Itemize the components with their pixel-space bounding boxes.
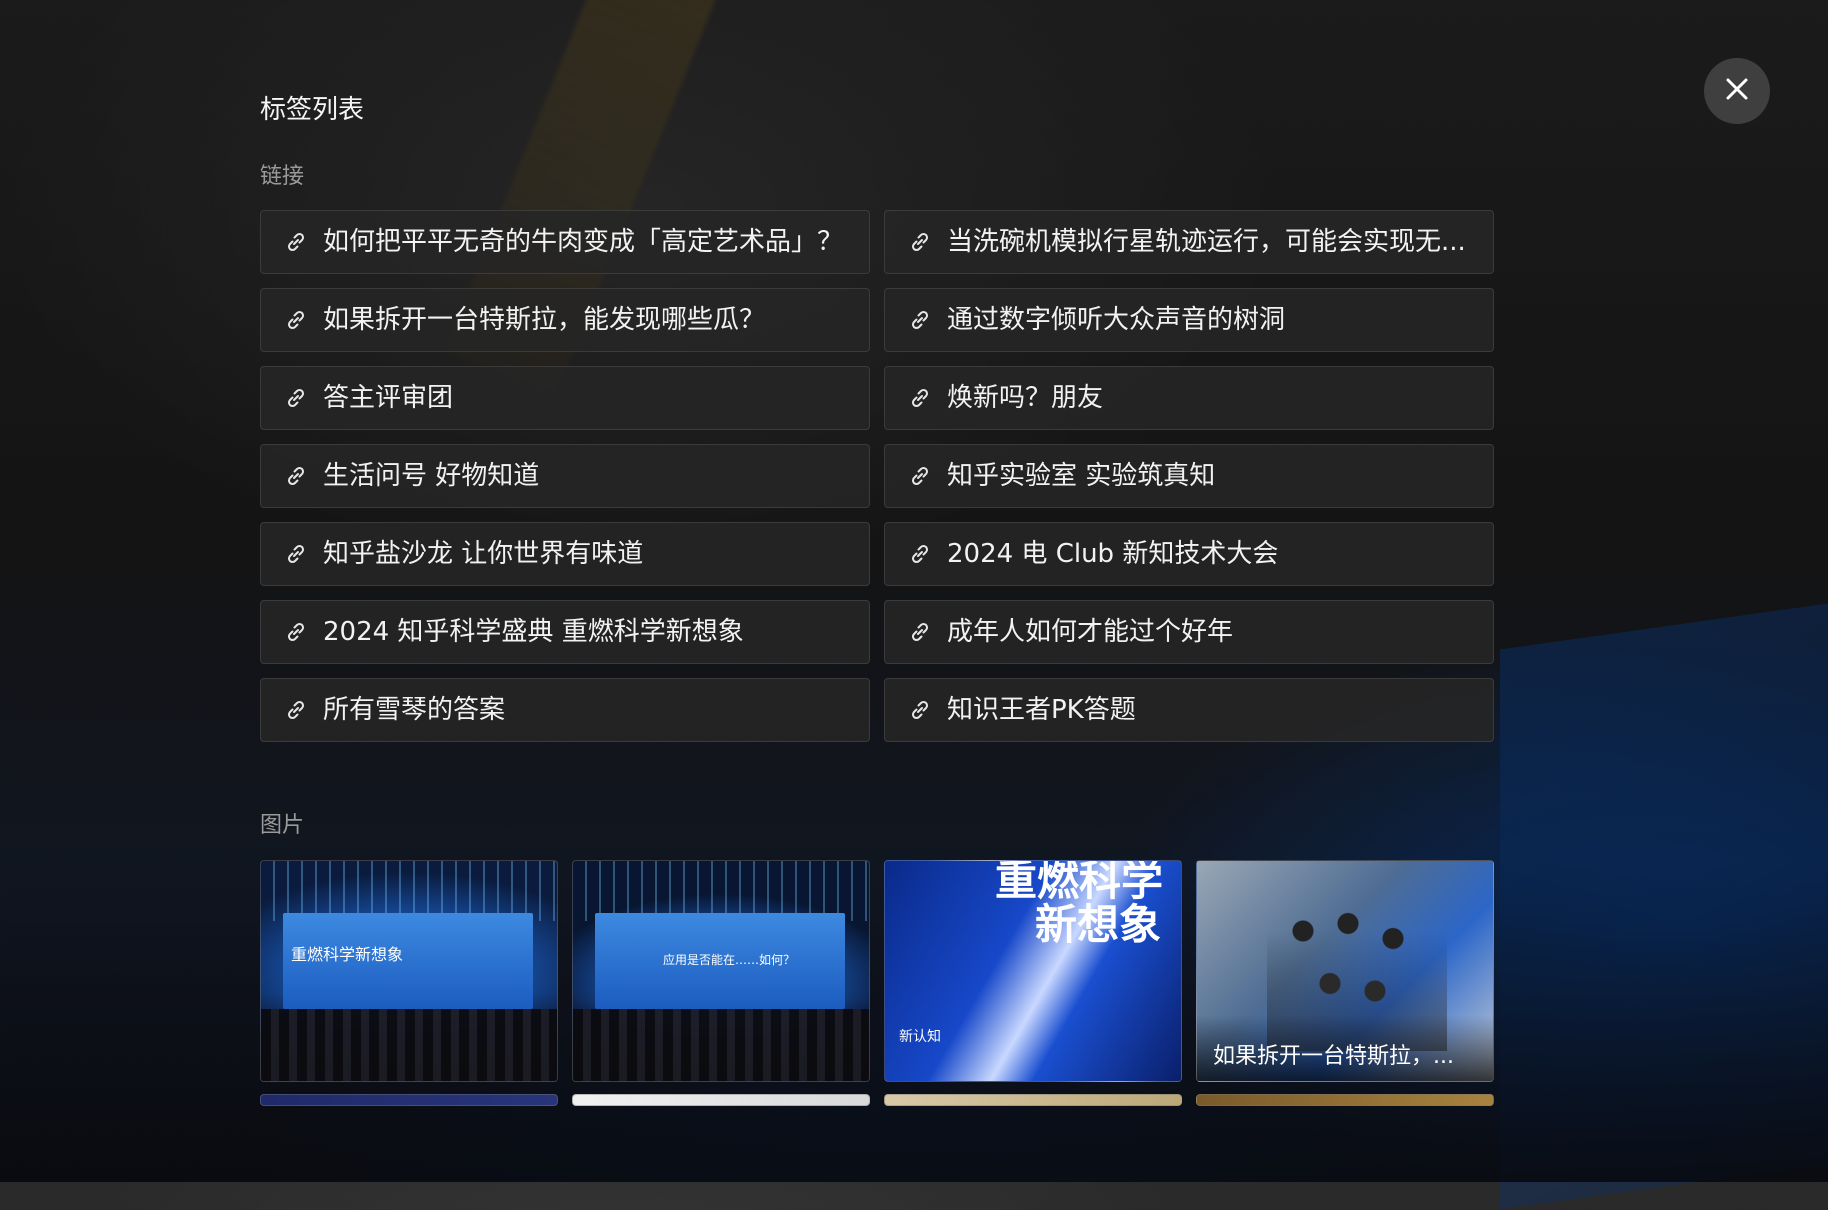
link-text: 知乎盐沙龙 让你世界有味道	[323, 539, 644, 569]
image-thumbnail[interactable]: 重燃科学 新想象 新认知	[884, 860, 1182, 1082]
link-icon	[283, 229, 309, 255]
image-thumbnail[interactable]: 如果拆开一台特斯拉，...	[1196, 860, 1494, 1082]
link-icon	[283, 541, 309, 567]
link-item[interactable]: 成年人如何才能过个好年	[884, 600, 1494, 664]
link-item[interactable]: 如果拆开一台特斯拉，能发现哪些瓜？	[260, 288, 870, 352]
link-icon	[283, 463, 309, 489]
links-section-label: 链接	[260, 164, 305, 189]
link-icon	[907, 307, 933, 333]
image-thumbnail[interactable]	[884, 1094, 1182, 1106]
link-text: 当洗碗机模拟行星轨迹运行，可能会实现无...	[947, 227, 1466, 257]
image-thumbnail[interactable]: 应用是否能在……如何？	[572, 860, 870, 1082]
link-text: 知乎实验室 实验筑真知	[947, 461, 1216, 491]
link-item[interactable]: 答主评审团	[260, 366, 870, 430]
link-item[interactable]: 焕新吗？朋友	[884, 366, 1494, 430]
link-text: 通过数字倾听大众声音的树洞	[947, 305, 1286, 335]
link-icon	[907, 463, 933, 489]
image-thumbnail[interactable]	[260, 1094, 558, 1106]
link-item[interactable]: 当洗碗机模拟行星轨迹运行，可能会实现无...	[884, 210, 1494, 274]
image-thumbnail[interactable]	[1196, 1094, 1494, 1106]
link-item[interactable]: 知乎盐沙龙 让你世界有味道	[260, 522, 870, 586]
close-icon	[1722, 74, 1752, 108]
link-item[interactable]: 2024 电 Club 新知技术大会	[884, 522, 1494, 586]
link-icon	[907, 619, 933, 645]
link-item[interactable]: 如何把平平无奇的牛肉变成「高定艺术品」？	[260, 210, 870, 274]
image-thumbnail[interactable]: 重燃科学新想象	[260, 860, 558, 1082]
crowd-decoration	[573, 1009, 869, 1081]
link-text: 焕新吗？朋友	[947, 383, 1104, 413]
link-icon	[907, 541, 933, 567]
link-item[interactable]: 通过数字倾听大众声音的树洞	[884, 288, 1494, 352]
link-text: 2024 电 Club 新知技术大会	[947, 539, 1279, 569]
link-text: 答主评审团	[323, 383, 454, 413]
link-text: 如果拆开一台特斯拉，能发现哪些瓜？	[323, 305, 766, 335]
link-item[interactable]: 知识王者PK答题	[884, 678, 1494, 742]
panel-title: 标签列表	[260, 95, 365, 125]
link-text: 成年人如何才能过个好年	[947, 617, 1234, 647]
link-item[interactable]: 2024 知乎科学盛典 重燃科学新想象	[260, 600, 870, 664]
link-text: 2024 知乎科学盛典 重燃科学新想象	[323, 617, 744, 647]
link-icon	[283, 385, 309, 411]
link-icon	[907, 697, 933, 723]
tag-list-panel: 标签列表 链接 如何把平平无奇的牛肉变成「高定艺术品」？ 当洗碗机模拟行星轨迹运…	[260, 0, 1496, 1110]
thumbnail-text: 重燃科学新想象	[291, 945, 404, 964]
images-grid: 重燃科学新想象 应用是否能在……如何？ 重燃科学 新想象 新认知 如果拆开一台特…	[260, 860, 1496, 1106]
link-item[interactable]: 知乎实验室 实验筑真知	[884, 444, 1494, 508]
link-icon	[907, 229, 933, 255]
link-text: 知识王者PK答题	[947, 695, 1136, 725]
images-section-label: 图片	[260, 813, 305, 838]
image-thumbnail[interactable]	[572, 1094, 870, 1106]
close-button[interactable]	[1704, 58, 1770, 124]
thumbnail-title: 新想象	[1035, 900, 1162, 949]
thumbnail-text: 应用是否能在……如何？	[663, 953, 796, 967]
link-item[interactable]: 生活问号 好物知道	[260, 444, 870, 508]
stage-light-decoration	[261, 861, 557, 921]
link-text: 如何把平平无奇的牛肉变成「高定艺术品」？	[323, 227, 844, 257]
link-icon	[283, 697, 309, 723]
stage-light-decoration	[573, 861, 869, 921]
thumbnail-text: 新认知	[899, 1029, 941, 1045]
crowd-decoration	[261, 1009, 557, 1081]
link-icon	[907, 385, 933, 411]
thumbnail-caption: 如果拆开一台特斯拉，...	[1213, 1044, 1454, 1069]
link-icon	[283, 619, 309, 645]
link-icon	[283, 307, 309, 333]
link-text: 所有雪琴的答案	[323, 695, 506, 725]
link-item[interactable]: 所有雪琴的答案	[260, 678, 870, 742]
link-text: 生活问号 好物知道	[323, 461, 540, 491]
links-grid: 如何把平平无奇的牛肉变成「高定艺术品」？ 当洗碗机模拟行星轨迹运行，可能会实现无…	[260, 210, 1496, 742]
people-decoration	[1267, 901, 1447, 1051]
